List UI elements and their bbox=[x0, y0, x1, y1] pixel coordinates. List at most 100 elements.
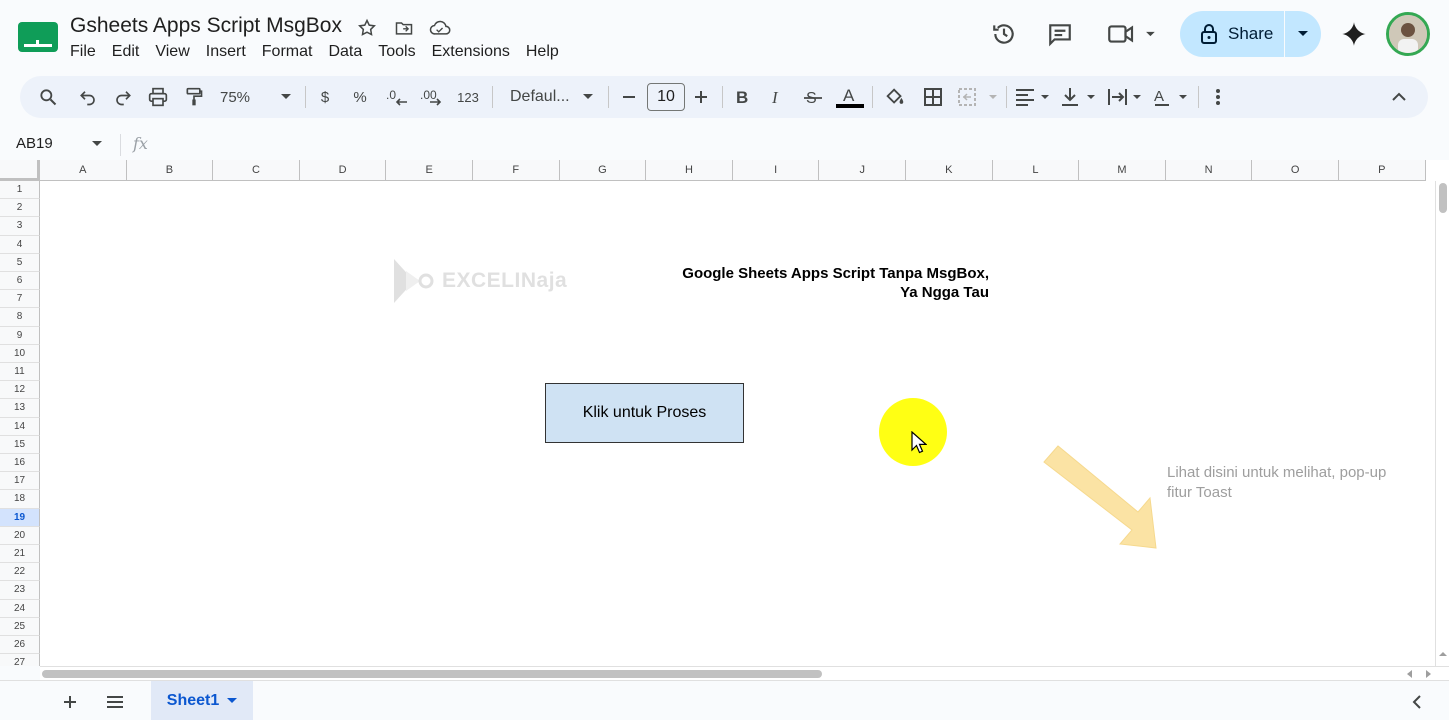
sheet-heading[interactable]: Google Sheets Apps Script Tanpa MsgBox, … bbox=[600, 264, 989, 302]
menu-tools[interactable]: Tools bbox=[370, 41, 423, 63]
column-header[interactable]: H bbox=[646, 160, 733, 181]
row-header[interactable]: 16 bbox=[0, 454, 40, 473]
strikethrough-icon[interactable]: S bbox=[800, 76, 826, 118]
toast-hint-text[interactable]: Lihat disini untuk melihat, pop-up fitur… bbox=[1167, 463, 1417, 503]
bold-icon[interactable]: B bbox=[730, 76, 756, 118]
row-header[interactable]: 14 bbox=[0, 417, 40, 436]
borders-icon[interactable] bbox=[920, 76, 946, 118]
process-button[interactable]: Klik untuk Proses bbox=[545, 383, 744, 443]
row-header[interactable]: 19 bbox=[0, 508, 40, 527]
increase-font-size-icon[interactable] bbox=[690, 76, 712, 118]
row-header[interactable]: 2 bbox=[0, 199, 40, 218]
column-header[interactable]: I bbox=[732, 160, 820, 181]
scroll-right-icon[interactable] bbox=[1424, 670, 1432, 678]
percent-format-button[interactable]: % bbox=[348, 76, 372, 118]
column-header[interactable]: P bbox=[1339, 160, 1426, 181]
gemini-sparkle-icon[interactable] bbox=[1336, 16, 1372, 52]
font-select[interactable]: Defaul... bbox=[506, 76, 598, 118]
row-header[interactable]: 17 bbox=[0, 472, 40, 491]
star-icon[interactable] bbox=[356, 17, 378, 39]
share-button[interactable]: Share bbox=[1180, 11, 1284, 57]
row-header[interactable]: 10 bbox=[0, 344, 40, 363]
text-color-icon[interactable]: A bbox=[835, 76, 865, 118]
row-header[interactable]: 8 bbox=[0, 308, 40, 327]
row-header[interactable]: 25 bbox=[0, 617, 40, 636]
column-header[interactable]: B bbox=[126, 160, 214, 181]
user-avatar[interactable] bbox=[1386, 12, 1430, 56]
redo-icon[interactable] bbox=[109, 76, 137, 118]
column-header[interactable]: J bbox=[819, 160, 906, 181]
increase-decimal-icon[interactable]: .00 bbox=[420, 76, 446, 118]
spreadsheet-grid[interactable]: ABCDEFGHIJKLMNOP 1 2 3 4 5 6 7 8 9 10 11 12 13 14 15 16… bbox=[0, 160, 1449, 666]
column-header[interactable]: L bbox=[992, 160, 1080, 181]
add-sheet-icon[interactable] bbox=[57, 689, 83, 715]
print-icon[interactable] bbox=[144, 76, 172, 118]
select-all-corner[interactable] bbox=[0, 160, 40, 181]
menu-insert[interactable]: Insert bbox=[198, 41, 254, 63]
row-header[interactable]: 21 bbox=[0, 545, 40, 564]
row-header[interactable]: 5 bbox=[0, 253, 40, 272]
horizontal-scroll-thumb[interactable] bbox=[42, 670, 822, 678]
column-header[interactable]: A bbox=[40, 160, 127, 181]
vertical-scrollbar[interactable] bbox=[1435, 181, 1449, 666]
column-header[interactable]: M bbox=[1079, 160, 1166, 181]
row-header[interactable]: 15 bbox=[0, 435, 40, 454]
all-sheets-icon[interactable] bbox=[102, 689, 128, 715]
row-header[interactable]: 4 bbox=[0, 235, 40, 254]
more-formats-button[interactable]: 123 bbox=[454, 76, 482, 118]
column-header[interactable]: N bbox=[1165, 160, 1253, 181]
horizontal-scrollbar[interactable] bbox=[40, 666, 1449, 680]
menu-help[interactable]: Help bbox=[518, 41, 567, 63]
row-header[interactable]: 9 bbox=[0, 326, 40, 345]
row-header[interactable]: 7 bbox=[0, 290, 40, 309]
menu-file[interactable]: File bbox=[62, 41, 104, 63]
row-header[interactable]: 12 bbox=[0, 381, 40, 400]
comments-icon[interactable] bbox=[1042, 16, 1078, 52]
column-header[interactable]: E bbox=[386, 160, 473, 181]
collapse-toolbar-icon[interactable] bbox=[1386, 76, 1412, 118]
decrease-decimal-icon[interactable]: .0 bbox=[384, 76, 410, 118]
menu-edit[interactable]: Edit bbox=[104, 41, 148, 63]
search-menus-icon[interactable] bbox=[34, 76, 62, 118]
vertical-scroll-thumb[interactable] bbox=[1439, 183, 1447, 213]
row-header[interactable]: 1 bbox=[0, 181, 40, 200]
row-header[interactable]: 13 bbox=[0, 399, 40, 418]
name-box[interactable]: AB19 bbox=[16, 135, 103, 152]
menu-extensions[interactable]: Extensions bbox=[424, 41, 518, 63]
row-header[interactable]: 26 bbox=[0, 636, 40, 655]
formula-input[interactable] bbox=[160, 132, 1430, 156]
text-rotation-icon[interactable]: A bbox=[1152, 76, 1190, 118]
menu-format[interactable]: Format bbox=[254, 41, 321, 63]
column-header[interactable]: F bbox=[473, 160, 560, 181]
scroll-up-icon[interactable] bbox=[1439, 651, 1447, 657]
decrease-font-size-icon[interactable] bbox=[618, 76, 640, 118]
scroll-left-icon[interactable] bbox=[1406, 670, 1414, 678]
column-header[interactable]: O bbox=[1252, 160, 1339, 181]
italic-icon[interactable]: I bbox=[765, 76, 791, 118]
row-header[interactable]: 6 bbox=[0, 272, 40, 291]
document-title[interactable]: Gsheets Apps Script MsgBox bbox=[70, 14, 342, 38]
row-header[interactable]: 22 bbox=[0, 563, 40, 582]
collapse-side-panel-icon[interactable] bbox=[1404, 689, 1430, 715]
horizontal-align-icon[interactable] bbox=[1014, 76, 1052, 118]
row-header[interactable]: 20 bbox=[0, 526, 40, 545]
cloud-saved-icon[interactable] bbox=[429, 17, 451, 39]
column-header[interactable]: G bbox=[559, 160, 647, 181]
row-header[interactable]: 23 bbox=[0, 581, 40, 600]
sheets-logo-icon[interactable] bbox=[18, 22, 58, 52]
version-history-icon[interactable] bbox=[986, 16, 1022, 52]
menu-data[interactable]: Data bbox=[320, 41, 370, 63]
share-dropdown-button[interactable] bbox=[1285, 11, 1321, 57]
pointer-arrow-shape[interactable] bbox=[1038, 440, 1168, 550]
undo-icon[interactable] bbox=[74, 76, 102, 118]
move-folder-icon[interactable] bbox=[393, 17, 415, 39]
row-header[interactable]: 18 bbox=[0, 490, 40, 509]
sheet-tab-active[interactable]: Sheet1 bbox=[151, 681, 253, 720]
menu-view[interactable]: View bbox=[147, 41, 197, 63]
merge-cells-icon[interactable] bbox=[956, 76, 1002, 118]
row-header[interactable]: 24 bbox=[0, 599, 40, 618]
zoom-select[interactable]: 75% bbox=[216, 76, 296, 118]
font-size-input[interactable]: 10 bbox=[647, 83, 685, 111]
vertical-align-icon[interactable] bbox=[1060, 76, 1098, 118]
row-header[interactable]: 11 bbox=[0, 363, 40, 382]
